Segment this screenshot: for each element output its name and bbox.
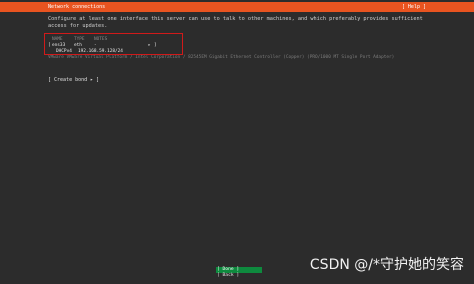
page-title: Network connections — [48, 4, 106, 10]
hardware-description: VMware VMware Virtual Platform / Intel C… — [48, 55, 395, 60]
highlight-box — [44, 33, 183, 55]
instructions-line-2: access for updates. — [48, 23, 108, 29]
instructions-text: Configure at least one interface this se… — [48, 16, 428, 30]
watermark: CSDN @/*守护她的笑容 — [309, 257, 464, 273]
footer-buttons: [ Done ] [ Back ] — [216, 267, 262, 279]
help-button[interactable]: [ Help ] — [402, 4, 426, 10]
create-bond-button[interactable]: [ Create bond ▸ ] — [48, 77, 99, 83]
instructions-line-1: Configure at least one interface this se… — [48, 16, 423, 22]
back-button[interactable]: [ Back ] — [216, 273, 262, 279]
title-bar: Network connections [ Help ] — [0, 2, 474, 12]
installer-screen: Network connections [ Help ] Configure a… — [0, 0, 474, 284]
